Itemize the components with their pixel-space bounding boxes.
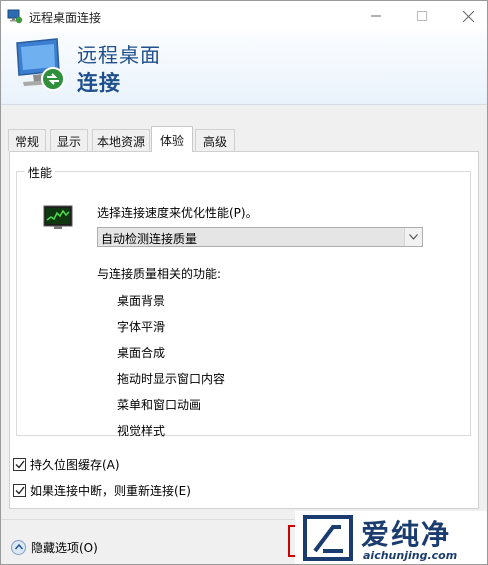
checkbox-box[interactable] — [13, 457, 26, 471]
tab-local-resources[interactable]: 本地资源 — [92, 129, 150, 151]
persistent-bitmap-caching-checkbox[interactable]: 持久位图缓存(A) — [13, 456, 120, 472]
watermark: 爱纯净 aichunjing.com — [295, 511, 487, 564]
performance-group-title: 性能 — [25, 164, 56, 181]
feature-item: 字体平滑 — [117, 320, 166, 334]
banner-title-line1: 远程桌面 — [77, 43, 161, 67]
tab-general[interactable]: 常规 — [8, 129, 46, 151]
dropdown-button[interactable] — [404, 228, 422, 246]
tab-advanced[interactable]: 高级 — [195, 129, 235, 151]
hide-options-button[interactable]: 隐藏选项(O) — [11, 539, 98, 555]
checkbox-label: 持久位图缓存(A) — [30, 457, 120, 472]
tab-display[interactable]: 显示 — [50, 129, 88, 151]
maximize-button[interactable] — [399, 1, 445, 31]
feature-item: 拖动时显示窗口内容 — [117, 372, 226, 386]
collapse-icon — [11, 539, 26, 555]
tab-label: 常规 — [14, 135, 39, 149]
quality-features-label: 与连接质量相关的功能: — [97, 267, 222, 281]
close-button[interactable] — [445, 1, 487, 31]
hide-options-label: 隐藏选项(O) — [31, 540, 98, 555]
checkbox-label: 如果连接中断，则重新连接(E) — [30, 483, 191, 498]
checkbox-box[interactable] — [13, 483, 26, 497]
connection-speed-select[interactable]: 自动检测连接质量 — [97, 227, 423, 247]
chevron-down-icon — [409, 234, 418, 240]
connection-speed-label: 选择连接速度来优化性能(P)。 — [97, 206, 258, 220]
close-icon — [462, 10, 474, 22]
watermark-logo — [303, 515, 353, 561]
tab-label: 高级 — [202, 135, 227, 149]
watermark-url: aichunjing.com — [363, 549, 458, 562]
window-title: 远程桌面连接 — [29, 11, 102, 25]
checkmark-icon — [15, 460, 25, 469]
checkmark-icon — [15, 486, 25, 495]
minimize-icon — [371, 15, 381, 17]
banner-title-line2: 连接 — [77, 71, 121, 95]
remote-desktop-computer-icon — [16, 38, 65, 91]
remote-desktop-window: 远程桌面连接 远程桌面 连接 常规 显示 本地资源 体验 高级 性能 选择连接速… — [0, 0, 488, 565]
tab-experience[interactable]: 体验 — [151, 126, 193, 152]
watermark-title: 爱纯净 — [361, 518, 452, 551]
minimize-button[interactable] — [353, 1, 399, 31]
feature-item: 菜单和窗口动画 — [117, 398, 202, 412]
reconnect-checkbox[interactable]: 如果连接中断，则重新连接(E) — [13, 482, 191, 498]
feature-item: 桌面背景 — [117, 294, 166, 308]
title-bar: 远程桌面连接 — [1, 1, 487, 31]
connection-speed-selected-value: 自动检测连接质量 — [101, 232, 198, 246]
remote-desktop-app-icon — [7, 9, 23, 24]
performance-group: 性能 选择连接速度来优化性能(P)。 自动检测连接质量 与连接质量相关的功能: … — [16, 164, 471, 438]
feature-item: 桌面合成 — [117, 346, 166, 360]
tab-label: 体验 — [159, 134, 184, 148]
tab-label: 本地资源 — [96, 135, 145, 149]
tab-label: 显示 — [56, 135, 81, 149]
feature-item: 视觉样式 — [117, 424, 166, 438]
performance-monitor-icon — [43, 205, 73, 229]
header-banner: 远程桌面 连接 — [1, 31, 487, 105]
maximize-icon — [417, 11, 427, 21]
